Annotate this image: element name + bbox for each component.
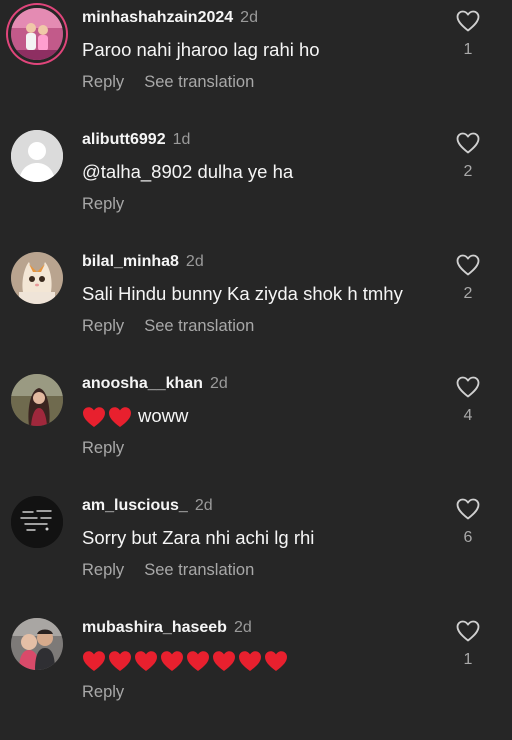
heart-outline-icon[interactable] <box>456 620 480 642</box>
heart-outline-icon[interactable] <box>456 10 480 32</box>
comment-meta: am_luscious_ 2d <box>82 496 213 516</box>
reply-button[interactable]: Reply <box>82 317 124 335</box>
like-count: 1 <box>463 41 473 58</box>
like-group: 2 <box>455 132 481 181</box>
timestamp: 1d <box>172 131 191 148</box>
comment-meta: mubashira_haseeb 2d <box>82 618 252 638</box>
red-heart-emoji-icon <box>109 407 131 428</box>
avatar[interactable] <box>11 618 63 670</box>
username[interactable]: alibutt6992 <box>82 131 166 148</box>
heart-outline-icon[interactable] <box>456 254 480 276</box>
comment-text: woww <box>82 404 188 428</box>
red-heart-emoji-icon <box>83 651 105 672</box>
girls-photo-avatar-icon <box>11 8 63 60</box>
reply-button[interactable]: Reply <box>82 73 124 91</box>
comment-text: @talha_8902 dulha ye ha <box>82 161 294 182</box>
comment-text: Sali Hindu bunny Ka ziyda shok h tmhy <box>82 283 403 304</box>
like-count: 1 <box>463 651 473 668</box>
avatar[interactable] <box>11 130 63 182</box>
timestamp: 2d <box>240 9 258 26</box>
heart-outline-icon[interactable] <box>456 376 480 398</box>
username[interactable]: minhashahzain2024 <box>82 9 233 26</box>
red-heart-emoji-icon <box>83 407 105 428</box>
comment-text: Paroo nahi jharoo lag rahi ho <box>82 39 320 60</box>
comments-list: minhashahzain2024 2d Paroo nahi jharoo la… <box>0 0 512 724</box>
reply-button[interactable]: Reply <box>82 195 124 213</box>
reply-button[interactable]: Reply <box>82 439 124 457</box>
red-heart-emoji-icon <box>161 651 183 672</box>
timestamp: 2d <box>233 619 252 636</box>
comment-actions: Reply See translation <box>82 71 274 93</box>
timestamp: 2d <box>185 253 204 270</box>
default-person-avatar-icon <box>11 130 63 182</box>
timestamp: 2d <box>194 497 213 514</box>
comment-actions: Reply See translation <box>82 315 274 337</box>
comment-meta: minhashahzain2024 2d <box>82 8 258 28</box>
avatar[interactable] <box>11 8 63 60</box>
avatar[interactable] <box>11 374 63 426</box>
comment-item: minhashahzain2024 2d Paroo nahi jharoo la… <box>0 8 512 130</box>
comment-item: alibutt6992 1d @talha_8902 dulha ye ha Re… <box>0 130 512 252</box>
comment-text: Sorry but Zara nhi achi lg rhi <box>82 527 315 548</box>
red-heart-emoji-icon <box>213 651 235 672</box>
heart-emoji-group <box>82 406 132 428</box>
woman-photo-avatar-icon <box>11 374 63 426</box>
heart-emoji-group <box>82 650 288 672</box>
comment-actions: Reply See translation <box>82 559 274 581</box>
comment-item: anoosha__khan 2d woww Reply 4 <box>0 374 512 496</box>
like-group: 1 <box>455 620 481 669</box>
red-heart-emoji-icon <box>187 651 209 672</box>
timestamp: 2d <box>209 375 228 392</box>
heart-outline-icon[interactable] <box>456 498 480 520</box>
like-group: 2 <box>455 254 481 303</box>
like-count: 2 <box>463 163 473 180</box>
like-group: 1 <box>455 10 481 59</box>
comment-text-suffix: woww <box>138 405 189 426</box>
comment-item: mubashira_haseeb 2d Reply 1 <box>0 618 512 740</box>
like-count: 6 <box>463 529 473 546</box>
comment-actions: Reply <box>82 437 144 459</box>
see-translation-button[interactable]: See translation <box>144 561 254 579</box>
red-heart-emoji-icon <box>109 651 131 672</box>
red-heart-emoji-icon <box>265 651 287 672</box>
comment-meta: alibutt6992 1d <box>82 130 190 150</box>
comment-meta: anoosha__khan 2d <box>82 374 228 394</box>
kitten-avatar-icon <box>11 252 63 304</box>
username[interactable]: bilal_minha8 <box>82 253 179 270</box>
reply-button[interactable]: Reply <box>82 683 124 701</box>
see-translation-button[interactable]: See translation <box>144 317 254 335</box>
comment-item: bilal_minha8 2d Sali Hindu bunny Ka ziyda… <box>0 252 512 374</box>
red-heart-emoji-icon <box>239 651 261 672</box>
comment-actions: Reply <box>82 193 144 215</box>
comment-meta: bilal_minha8 2d <box>82 252 204 272</box>
like-group: 4 <box>455 376 481 425</box>
couple-photo-avatar-icon <box>11 618 63 670</box>
comment-actions: Reply <box>82 681 144 703</box>
username[interactable]: mubashira_haseeb <box>82 619 227 636</box>
see-translation-button[interactable]: See translation <box>144 73 254 91</box>
comment-text <box>82 648 288 672</box>
username[interactable]: am_luscious_ <box>82 497 188 514</box>
avatar[interactable] <box>11 496 63 548</box>
like-group: 6 <box>455 498 481 547</box>
red-heart-emoji-icon <box>135 651 157 672</box>
like-count: 4 <box>463 407 473 424</box>
heart-outline-icon[interactable] <box>456 132 480 154</box>
like-count: 2 <box>463 285 473 302</box>
avatar[interactable] <box>11 252 63 304</box>
dark-text-avatar-icon <box>11 496 63 548</box>
comment-item: am_luscious_ 2d Sorry but Zara nhi achi l… <box>0 496 512 618</box>
username[interactable]: anoosha__khan <box>82 375 203 392</box>
reply-button[interactable]: Reply <box>82 561 124 579</box>
